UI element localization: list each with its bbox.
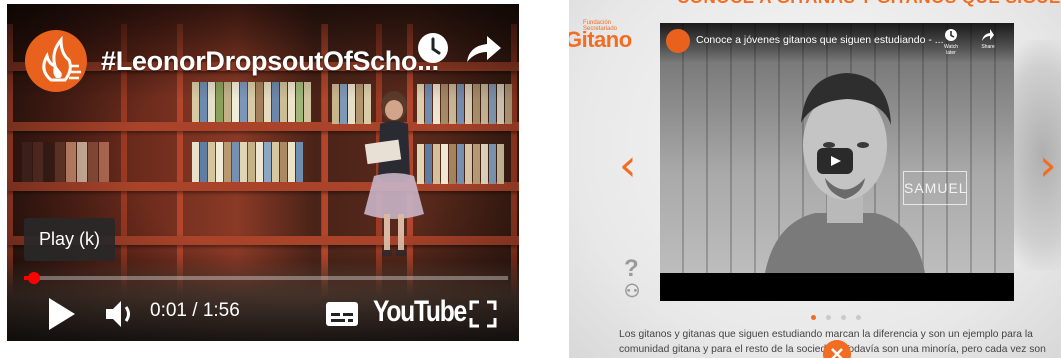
embed-channel-avatar[interactable] bbox=[666, 29, 690, 53]
flame-logo-icon bbox=[42, 35, 81, 82]
volume-icon[interactable] bbox=[104, 298, 138, 330]
side-icons: ? ⚇ bbox=[624, 257, 640, 302]
play-tooltip: Play (k) bbox=[24, 218, 116, 261]
fullscreen-icon[interactable] bbox=[469, 300, 497, 328]
name-tag: SAMUEL bbox=[903, 171, 967, 205]
play-button-icon[interactable] bbox=[817, 148, 853, 174]
section-heading: CONOCE A GITANAS Y GITANOS QUE SIGUEN ES… bbox=[677, 0, 1061, 8]
video-title[interactable]: #LeonorDropsoutOfScho... bbox=[101, 46, 439, 77]
progress-bar[interactable] bbox=[24, 272, 508, 284]
share-arrow-icon[interactable] bbox=[463, 30, 503, 66]
embed-letterbox bbox=[660, 273, 1014, 301]
website-page: CONOCE A GITANAS Y GITANOS QUE SIGUEN ES… bbox=[569, 0, 1061, 358]
scrubber-handle[interactable] bbox=[27, 272, 40, 284]
subtitles-icon[interactable] bbox=[325, 301, 359, 327]
embed-watch-later[interactable]: Watch later bbox=[940, 28, 962, 56]
carousel-dot[interactable] bbox=[826, 315, 831, 320]
clock-icon[interactable] bbox=[415, 30, 451, 66]
embedded-video-frame[interactable]: SAMUEL Conoce a jóvenes gitanos que sigu… bbox=[660, 23, 1014, 273]
brand-wordmark: Gitano bbox=[569, 27, 632, 52]
share-arrow-icon bbox=[982, 29, 994, 41]
carousel-dots[interactable] bbox=[811, 307, 871, 325]
youtube-logo[interactable]: YouTube bbox=[373, 295, 467, 329]
carousel-dot[interactable] bbox=[811, 315, 816, 320]
question-icon[interactable]: ? bbox=[624, 257, 640, 281]
carousel-prev-arrow[interactable]: ‹ bbox=[619, 140, 637, 191]
clock-icon bbox=[945, 29, 957, 41]
time-display: 0:01 / 1:56 bbox=[150, 300, 240, 321]
embed-video-title[interactable]: Conoce a jóvenes gitanos que siguen estu… bbox=[696, 34, 944, 46]
channel-avatar[interactable] bbox=[25, 30, 87, 92]
carousel-dot[interactable] bbox=[841, 315, 846, 320]
accessibility-icon[interactable]: ⚇ bbox=[624, 280, 640, 302]
embedded-video[interactable]: SAMUEL Conoce a jóvenes gitanos que sigu… bbox=[660, 23, 1014, 301]
carousel-next-arrow[interactable]: › bbox=[1039, 140, 1057, 191]
carousel-dot[interactable] bbox=[856, 315, 861, 320]
embed-share[interactable]: Share bbox=[976, 28, 1000, 54]
youtube-player[interactable]: #LeonorDropsoutOfScho... Play (k) 0:01 /… bbox=[7, 4, 519, 341]
play-icon[interactable] bbox=[45, 296, 77, 332]
